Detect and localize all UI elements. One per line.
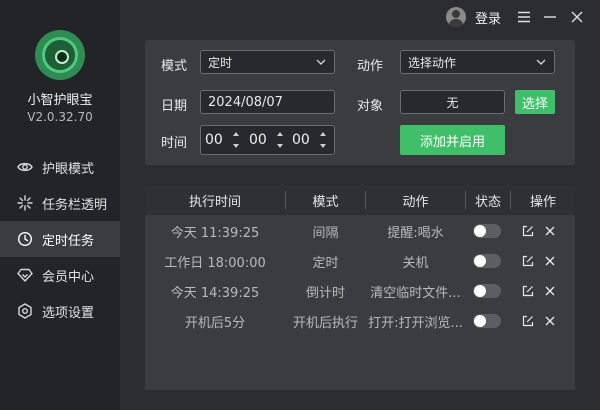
status-toggle[interactable]	[473, 224, 501, 238]
target-field[interactable]: 无	[400, 90, 505, 114]
time-second[interactable]: 00	[292, 132, 310, 148]
delete-icon[interactable]	[543, 284, 557, 298]
app-version: V2.0.32.70	[27, 110, 93, 124]
table-row: 今天 11:39:25 间隔 提醒:喝水	[145, 216, 575, 246]
sidebar-item-settings[interactable]: 选项设置	[0, 293, 120, 329]
column-header-status: 状态	[474, 194, 501, 210]
target-field-value: 无	[446, 95, 459, 110]
cell-action: 提醒:喝水	[387, 225, 444, 241]
sidebar-item-scheduled-tasks[interactable]: 定时任务	[0, 221, 120, 257]
cell-mode: 倒计时	[305, 285, 345, 301]
login-link[interactable]: 登录	[475, 8, 501, 27]
cell-exec-time: 今天 14:39:25	[170, 285, 260, 301]
sidebar-item-label: 会员中心	[42, 269, 95, 285]
gear-icon	[16, 302, 34, 320]
cell-mode: 开机后执行	[292, 315, 358, 331]
minimize-icon[interactable]	[540, 7, 560, 27]
time-hour[interactable]: 00	[205, 132, 223, 148]
date-label: 日期	[161, 99, 188, 114]
time-label: 时间	[161, 136, 188, 151]
status-toggle[interactable]	[473, 254, 501, 268]
action-select[interactable]: 选择动作	[400, 50, 555, 74]
sidebar-item-member-center[interactable]: 会员中心	[0, 257, 120, 293]
delete-icon[interactable]	[543, 314, 557, 328]
column-header-action: 动作	[402, 194, 429, 210]
table-row: 今天 14:39:25 倒计时 清空临时文件...	[145, 276, 575, 306]
select-target-button[interactable]: 选择	[515, 90, 555, 114]
status-toggle[interactable]	[473, 284, 501, 298]
sidebar-item-eye-mode[interactable]: 护眼模式	[0, 149, 120, 185]
task-form-panel: 模式 定时 动作 选择动作 日期 2024/08/07 对象 无 选择 时间 0…	[145, 40, 575, 165]
edit-icon[interactable]	[521, 314, 535, 328]
action-select-value: 选择动作	[408, 55, 457, 70]
menu-icon[interactable]	[514, 7, 534, 27]
mode-label: 模式	[161, 59, 188, 74]
action-label: 动作	[357, 59, 384, 74]
cell-mode: 定时	[312, 255, 339, 271]
chevron-down-icon	[536, 59, 546, 65]
sparkle-icon	[16, 194, 34, 212]
cell-action: 关机	[402, 255, 429, 271]
delete-icon[interactable]	[543, 224, 557, 238]
hour-stepper-icon[interactable]	[231, 132, 241, 148]
cell-exec-time: 今天 11:39:25	[170, 225, 260, 241]
cell-exec-time: 工作日 18:00:00	[164, 255, 266, 271]
user-avatar-icon[interactable]	[446, 7, 466, 27]
diamond-icon	[16, 266, 34, 284]
column-header-exec-time: 执行时间	[188, 194, 241, 210]
column-header-mode: 模式	[312, 194, 339, 210]
table-row: 工作日 18:00:00 定时 关机	[145, 246, 575, 276]
cell-exec-time: 开机后5分	[184, 315, 246, 331]
edit-icon[interactable]	[521, 224, 535, 238]
close-window-icon[interactable]	[567, 7, 587, 27]
status-toggle[interactable]	[473, 314, 501, 328]
cell-action: 打开:打开浏览...	[368, 315, 463, 331]
sidebar-item-label: 定时任务	[42, 233, 95, 249]
clock-icon	[16, 230, 34, 248]
time-minute[interactable]: 00	[249, 132, 267, 148]
target-label: 对象	[357, 99, 384, 114]
app-name: 小智护眼宝	[27, 93, 93, 108]
eye-icon	[16, 158, 34, 176]
add-and-enable-button[interactable]: 添加并启用	[400, 125, 505, 155]
sidebar: 小智护眼宝 V2.0.32.70 护眼模式 任务栏透明 定时任务 会员中心 选项…	[0, 0, 120, 410]
cell-action: 清空临时文件...	[370, 285, 461, 301]
date-field-value: 2024/08/07	[208, 94, 283, 110]
chevron-down-icon	[316, 59, 326, 65]
minute-stepper-icon[interactable]	[275, 132, 285, 148]
sidebar-item-label: 护眼模式	[42, 161, 95, 177]
mode-select-value: 定时	[208, 55, 233, 70]
table-header: 执行时间 模式 动作 状态 操作	[145, 185, 575, 215]
delete-icon[interactable]	[543, 254, 557, 268]
date-field[interactable]: 2024/08/07	[200, 90, 335, 114]
second-stepper-icon[interactable]	[318, 132, 328, 148]
task-table: 执行时间 模式 动作 状态 操作 今天 11:39:25 间隔 提醒:喝水 工作…	[145, 185, 575, 390]
edit-icon[interactable]	[521, 284, 535, 298]
sidebar-item-taskbar-transparent[interactable]: 任务栏透明	[0, 185, 120, 221]
sidebar-item-label: 选项设置	[42, 305, 95, 321]
edit-icon[interactable]	[521, 254, 535, 268]
app-logo-icon	[35, 30, 85, 80]
table-row: 开机后5分 开机后执行 打开:打开浏览...	[145, 306, 575, 336]
column-header-operation: 操作	[529, 194, 556, 210]
cell-mode: 间隔	[312, 225, 339, 241]
mode-select[interactable]: 定时	[200, 50, 335, 74]
time-field[interactable]: 00 00 00	[200, 125, 335, 155]
sidebar-item-label: 任务栏透明	[42, 197, 108, 213]
